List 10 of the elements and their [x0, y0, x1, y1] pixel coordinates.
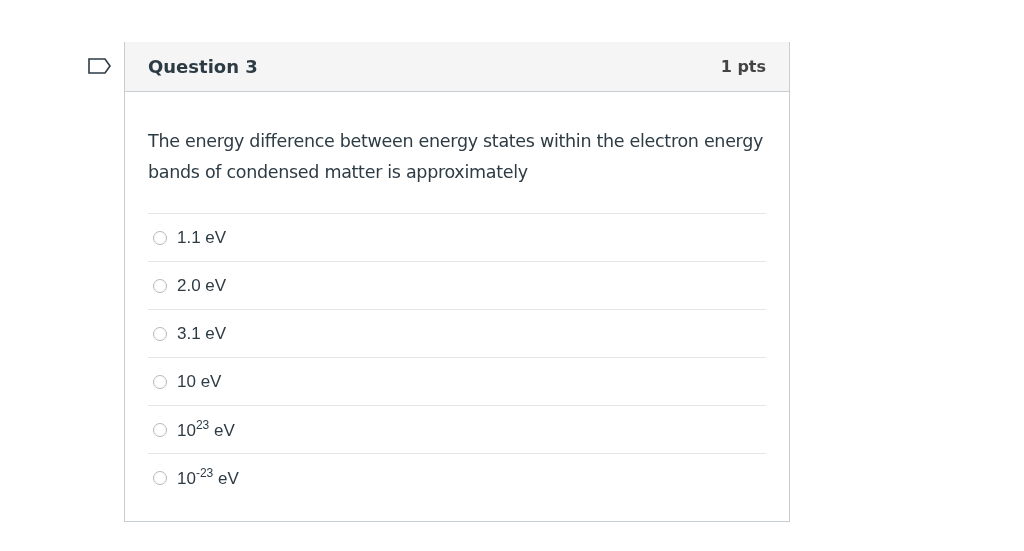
answer-label[interactable]: 10 eV [177, 371, 222, 392]
answer-label[interactable]: 3.1 eV [177, 323, 227, 344]
question-text: The energy difference between energy states within the electron energy bands of condensed matter is approximately [148, 130, 765, 184]
points-label: 1 pts [720, 57, 766, 76]
answer-label[interactable]: 10$^{-23}$ eV [177, 466, 239, 489]
answer-label[interactable]: 1.1 eV [177, 227, 227, 248]
answer-label[interactable]: 10$^{23}$ eV [177, 418, 235, 441]
question-title: Question 3 [148, 56, 258, 77]
flag-icon[interactable] [88, 58, 112, 74]
answer-label[interactable]: 2.0 eV [177, 275, 227, 296]
